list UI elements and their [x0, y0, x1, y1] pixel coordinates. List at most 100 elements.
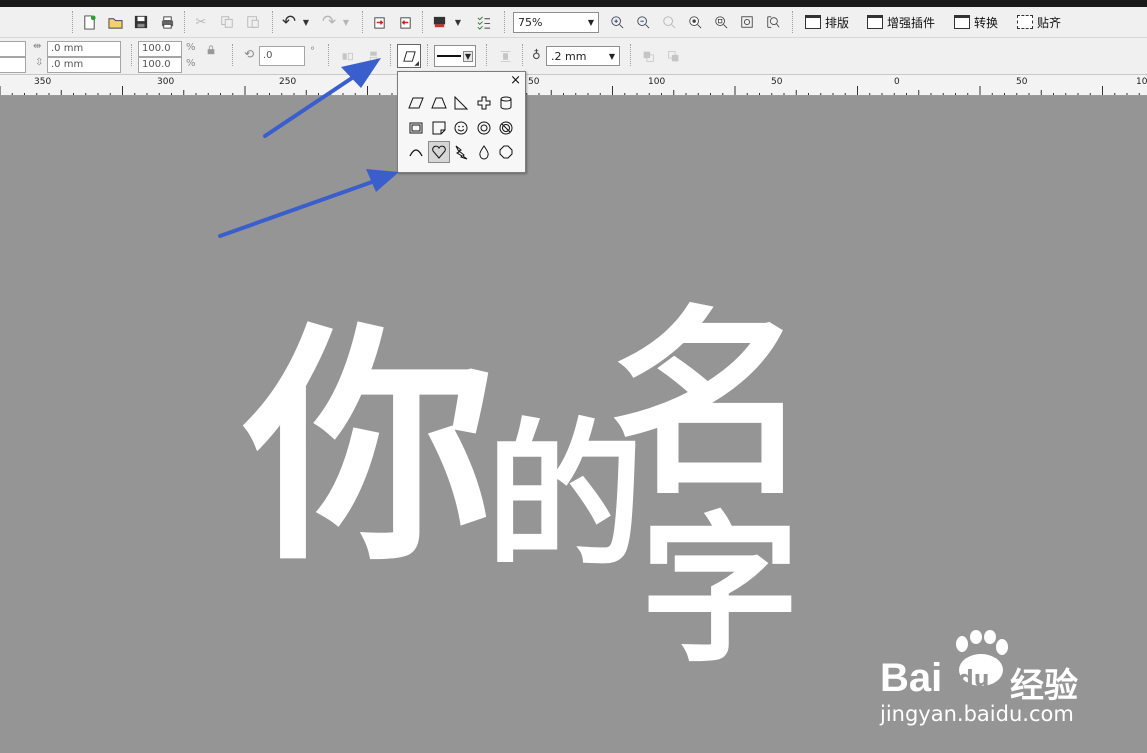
application-launcher-icon[interactable] [428, 11, 450, 33]
menu-label-layout: 排版 [825, 15, 850, 30]
menu-label-enhanced-plugins: 增强插件 [887, 15, 936, 30]
toolbar-separator [792, 11, 793, 33]
octagon-icon[interactable] [495, 141, 517, 163]
close-icon[interactable]: × [510, 73, 521, 88]
horizontal-ruler[interactable]: 350 300 250 50 100 50 0 50 100 [0, 75, 1147, 96]
redo-icon[interactable]: ↷ [318, 11, 340, 33]
plugin-icon [867, 15, 883, 29]
drawing-canvas[interactable]: 你 的 名 字 Bai du 经验 jingyan.baidu.com [0, 96, 1147, 753]
zoom-level-select[interactable]: 75% ▼ [513, 12, 599, 33]
menu-button-snap[interactable]: 贴齐 [1017, 11, 1061, 33]
ruler-label: 300 [157, 77, 175, 87]
heart-icon[interactable] [427, 141, 450, 163]
lightning-icon[interactable] [450, 141, 472, 163]
zoom-selected-icon[interactable] [658, 11, 680, 33]
lock-ratio-icon[interactable] [206, 45, 216, 58]
menu-label-snap: 贴齐 [1037, 15, 1062, 30]
rotation-angle-field[interactable]: .0 [259, 46, 305, 66]
teardrop-icon[interactable] [473, 141, 495, 163]
cross-icon[interactable] [473, 92, 495, 114]
toolbar-separator [630, 44, 631, 66]
undo-dropdown-icon[interactable]: ▼ [300, 11, 312, 33]
watermark-jingyan: 经验 [1010, 666, 1078, 706]
parallelogram-icon[interactable] [405, 92, 427, 114]
zoom-page-width-icon[interactable] [736, 11, 758, 33]
scale-y-field[interactable]: 100.0 [138, 57, 182, 73]
outline-width-select[interactable]: .2 mm ▼ [546, 46, 620, 66]
export-icon[interactable] [394, 11, 416, 33]
toolbar-separator [504, 11, 505, 33]
new-document-icon[interactable] [78, 11, 100, 33]
toolbar-separator [390, 44, 391, 66]
zoom-all-objects-icon[interactable] [684, 11, 706, 33]
height-arrow-icon: ⇳ [35, 57, 44, 68]
chevron-down-icon: ▼ [587, 18, 594, 27]
undo-icon[interactable]: ↶ [278, 11, 300, 33]
import-icon[interactable] [368, 11, 390, 33]
menu-button-enhanced-plugins[interactable]: 增强插件 [867, 11, 935, 33]
frame-icon[interactable] [405, 117, 427, 139]
chevron-down-icon: ▼ [608, 51, 615, 61]
ruler-label: 0 [894, 77, 900, 87]
arc-icon[interactable] [405, 141, 427, 163]
print-icon[interactable] [156, 11, 178, 33]
toolbar-separator [272, 11, 273, 33]
ruler-label: 350 [34, 77, 52, 87]
to-back-icon[interactable] [662, 45, 684, 67]
cut-icon[interactable]: ✂ [190, 11, 212, 33]
right-triangle-icon[interactable] [450, 92, 472, 114]
toolbar-separator [422, 11, 423, 33]
menu-button-convert[interactable]: 转换 [954, 11, 998, 33]
ruler-label: 250 [279, 77, 297, 87]
watermark-url: jingyan.baidu.com [880, 702, 1074, 726]
zoom-page-height-icon[interactable] [762, 11, 784, 33]
ruler-label: 50 [528, 77, 540, 87]
pen-nib-icon: ♁ [532, 48, 541, 62]
redo-dropdown-icon[interactable]: ▼ [340, 11, 352, 33]
artistic-text-zi[interactable]: 字 [640, 511, 800, 671]
outline-style-select[interactable]: ▼ [434, 45, 476, 67]
app-window: ✂ ↶ ▼ ↷ ▼ ▼ 75% ▼ 排版 增强插件 转换 贴齐 ⇹ ⇳ .0 m… [0, 0, 1147, 753]
mirror-horizontal-icon[interactable] [336, 45, 358, 67]
text-wrap-icon[interactable] [494, 45, 516, 67]
menu-button-layout[interactable]: 排版 [805, 11, 849, 33]
object-x-field[interactable] [0, 41, 26, 57]
percent-x-label: % [186, 42, 196, 53]
copy-icon[interactable] [216, 11, 238, 33]
object-height-field[interactable]: .0 mm [47, 57, 121, 73]
smiley-icon[interactable] [450, 117, 472, 139]
paste-icon[interactable] [242, 11, 264, 33]
dropdown-corner-icon: ◢ [414, 60, 419, 67]
object-y-field[interactable] [0, 57, 26, 73]
ruler-label: 100 [1136, 77, 1147, 87]
zoom-page-icon[interactable] [710, 11, 732, 33]
object-width-field[interactable]: .0 mm [47, 41, 121, 57]
toolbar-separator [232, 44, 233, 66]
mirror-vertical-icon[interactable] [362, 45, 384, 67]
zoom-level-value: 75% [518, 16, 543, 29]
toolbar-separator [72, 11, 73, 33]
zoom-in-icon[interactable] [606, 11, 628, 33]
menu-label-convert: 转换 [974, 15, 999, 30]
open-folder-icon[interactable] [104, 11, 126, 33]
standard-toolbar: ✂ ↶ ▼ ↷ ▼ ▼ 75% ▼ 排版 增强插件 转换 贴齐 [0, 7, 1147, 38]
no-symbol-icon[interactable] [495, 117, 517, 139]
save-icon[interactable] [130, 11, 152, 33]
donut-icon[interactable] [473, 117, 495, 139]
snap-icon [1017, 15, 1033, 29]
trapezoid-icon[interactable] [428, 92, 450, 114]
artistic-text-ming[interactable]: 名 [610, 306, 810, 506]
folded-corner-icon[interactable] [428, 117, 450, 139]
scale-x-field[interactable]: 100.0 [138, 41, 182, 57]
artistic-text-ni[interactable]: 你 [244, 324, 494, 574]
options-checklist-icon[interactable] [472, 11, 494, 33]
property-bar: ⇹ ⇳ .0 mm .0 mm 100.0 100.0 % % ⟲ .0 ° ◢… [0, 38, 1147, 75]
launcher-dropdown-icon[interactable]: ▼ [452, 11, 464, 33]
watermark-du: du [958, 667, 990, 692]
percent-y-label: % [186, 58, 196, 69]
zoom-out-icon[interactable] [632, 11, 654, 33]
rotation-icon: ⟲ [244, 47, 255, 61]
cylinder-icon[interactable] [495, 92, 517, 114]
perfect-shapes-picker-button[interactable]: ◢ [397, 44, 421, 68]
to-front-icon[interactable] [637, 45, 659, 67]
